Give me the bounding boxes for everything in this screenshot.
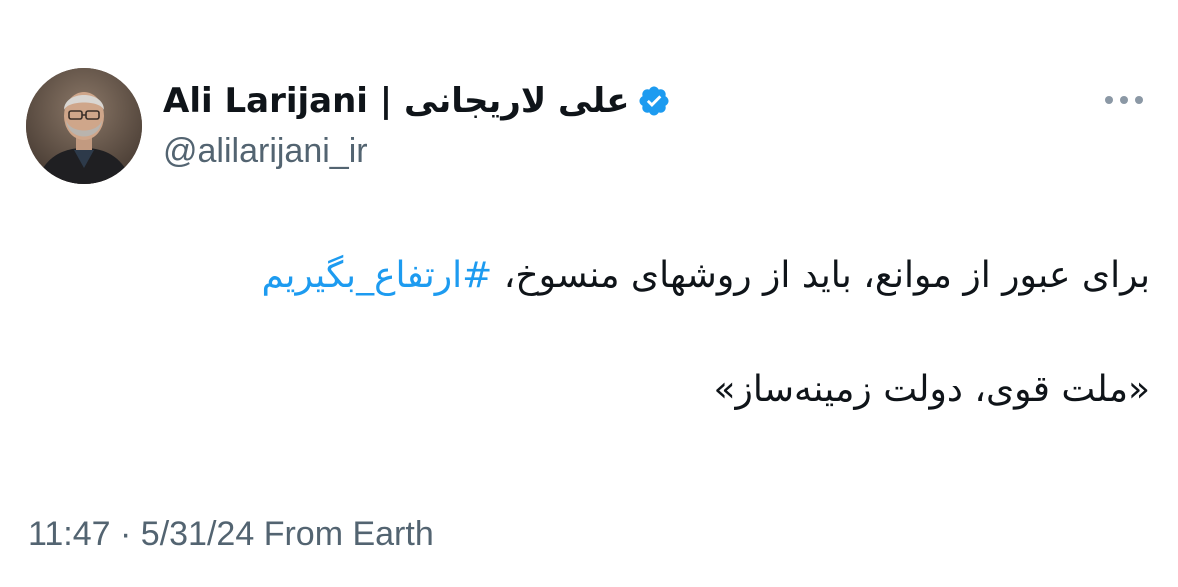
tweet-source: From Earth xyxy=(263,515,434,553)
meta-separator: · xyxy=(120,515,132,553)
display-name[interactable]: علی لاریجانی | Ali Larijani xyxy=(163,81,629,121)
tweet-meta: 11:47 · 5/31/24 From Earth xyxy=(28,515,434,554)
hashtag-link[interactable]: #ارتفاع_بگیریم xyxy=(261,255,492,296)
profile-photo-icon xyxy=(26,68,142,184)
verified-badge-icon[interactable] xyxy=(637,84,671,118)
tweet-line-text: برای عبور از موانع، باید از روشهای منسوخ… xyxy=(492,255,1150,296)
tweet-time[interactable]: 11:47 xyxy=(28,515,111,553)
avatar[interactable] xyxy=(26,68,142,184)
name-row: علی لاریجانی | Ali Larijani xyxy=(163,76,1043,126)
tweet-text: برای عبور از موانع، باید از روشهای منسوخ… xyxy=(150,248,1150,418)
tweet-header: علی لاریجانی | Ali Larijani @alilarijani… xyxy=(163,76,1043,171)
more-button[interactable] xyxy=(1094,82,1154,118)
author-handle[interactable]: @alilarijani_ir xyxy=(163,132,1043,171)
tweet-date[interactable]: 5/31/24 xyxy=(141,515,254,553)
tweet-paragraph: «ملت قوی، دولت زمینه‌ساز» xyxy=(713,369,1150,410)
more-horizontal-icon xyxy=(1105,96,1143,104)
tweet-paragraph: برای عبور از موانع، باید از روشهای منسوخ… xyxy=(150,248,1150,304)
